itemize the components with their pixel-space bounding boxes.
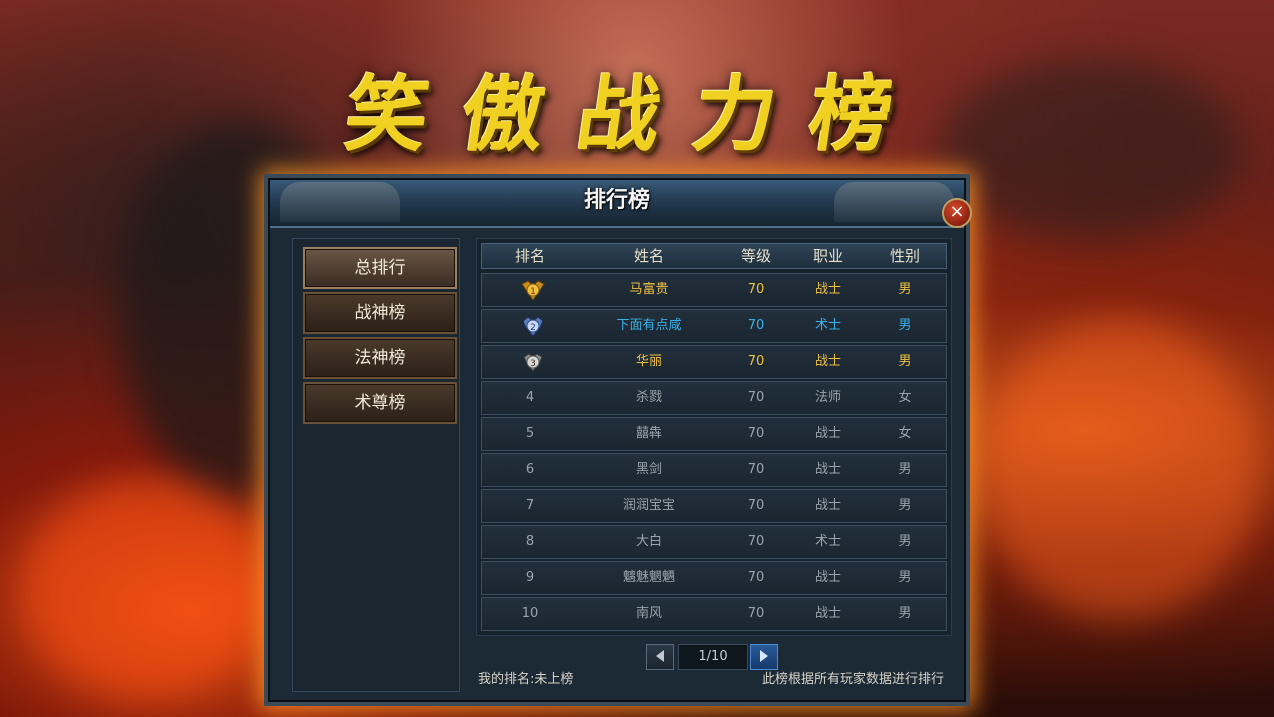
player-name: 杀戮 — [635, 390, 662, 405]
ranking-note: 此榜根据所有玩家数据进行排行 — [761, 672, 944, 687]
player-name: 黑剑 — [635, 462, 662, 477]
ranking-panel: 排行榜 × 总排行 战神榜 法神榜 术尊榜 排名 姓名 等级 职业 性别 1 马… — [268, 178, 972, 702]
player-class: 战士 — [814, 462, 841, 477]
fire-glow — [980, 320, 1260, 620]
player-level: 70 — [747, 282, 765, 297]
tab-mage[interactable]: 法神榜 — [303, 337, 457, 379]
svg-text:3: 3 — [530, 359, 536, 369]
player-level: 70 — [747, 606, 765, 621]
player-gender: 男 — [898, 354, 912, 369]
player-gender: 女 — [898, 426, 912, 441]
player-gender: 男 — [898, 498, 912, 513]
player-class: 术士 — [814, 534, 841, 549]
table-row[interactable]: 10 南风 70 战士 男 — [481, 597, 947, 631]
bronze-medal-icon: 3 — [523, 353, 543, 372]
banner-title: 笑傲战力榜 — [339, 67, 933, 163]
player-name: 魑魅魍魉 — [622, 570, 675, 585]
tab-overall[interactable]: 总排行 — [303, 247, 457, 289]
player-level: 70 — [747, 534, 765, 549]
table-row[interactable]: 1 马富贵 70 战士 男 — [481, 273, 947, 307]
player-gender: 男 — [898, 318, 912, 333]
player-rank: 4 — [525, 390, 535, 405]
column-header-class: 职业 — [812, 247, 843, 265]
player-gender: 女 — [898, 390, 912, 405]
player-level: 70 — [747, 462, 765, 477]
panel-title: 排行榜 — [583, 188, 650, 213]
player-class: 战士 — [814, 282, 841, 297]
table-row[interactable]: 8 大白 70 术士 男 — [481, 525, 947, 559]
table-row[interactable]: 6 黑剑 70 战士 男 — [481, 453, 947, 487]
header-ornament — [280, 182, 400, 222]
player-level: 70 — [747, 498, 765, 513]
player-rank: 6 — [525, 462, 535, 477]
player-name: 马富贵 — [629, 282, 669, 297]
prev-page-button[interactable] — [646, 644, 674, 670]
player-level: 70 — [747, 390, 765, 405]
tab-taoist[interactable]: 术尊榜 — [303, 382, 457, 424]
column-header-rank: 排名 — [514, 247, 545, 265]
table-row[interactable]: 7 润润宝宝 70 战士 男 — [481, 489, 947, 523]
tab-warrior[interactable]: 战神榜 — [303, 292, 457, 334]
header-ornament — [834, 182, 954, 222]
player-gender: 男 — [898, 462, 912, 477]
player-rank: 5 — [525, 426, 535, 441]
table-row[interactable]: 5 囍犇 70 战士 女 — [481, 417, 947, 451]
player-level: 70 — [747, 426, 765, 441]
player-gender: 男 — [898, 282, 912, 297]
table-row[interactable]: 3 华丽 70 战士 男 — [481, 345, 947, 379]
player-level: 70 — [747, 354, 765, 369]
player-class: 战士 — [814, 498, 841, 513]
arrow-right-icon — [760, 650, 768, 662]
player-rank: 7 — [525, 498, 535, 513]
player-name: 下面有点咸 — [616, 318, 682, 333]
player-gender: 男 — [898, 570, 912, 585]
fire-glow — [20, 480, 270, 700]
player-class: 术士 — [814, 318, 841, 333]
silver-medal-icon: 2 — [522, 316, 544, 337]
player-class: 战士 — [814, 606, 841, 621]
player-rank: 9 — [525, 570, 535, 585]
column-header-level: 等级 — [740, 247, 771, 265]
player-gender: 男 — [898, 606, 912, 621]
gold-medal-icon: 1 — [521, 280, 545, 301]
svg-text:1: 1 — [530, 287, 536, 297]
arrow-left-icon — [656, 650, 664, 662]
player-name: 大白 — [635, 534, 662, 549]
panel-header: 排行榜 — [270, 180, 964, 228]
category-sidebar: 总排行 战神榜 法神榜 术尊榜 — [292, 238, 460, 692]
player-gender: 男 — [898, 534, 912, 549]
player-class: 战士 — [814, 426, 841, 441]
next-page-button[interactable] — [750, 644, 778, 670]
player-name: 润润宝宝 — [622, 498, 675, 513]
player-class: 法师 — [814, 390, 841, 405]
player-level: 70 — [747, 318, 765, 333]
table-row[interactable]: 4 杀戮 70 法师 女 — [481, 381, 947, 415]
page-indicator: 1/10 — [678, 644, 748, 670]
player-class: 战士 — [814, 354, 841, 369]
table-row[interactable]: 2 下面有点咸 70 术士 男 — [481, 309, 947, 343]
player-rank: 8 — [525, 534, 535, 549]
player-name: 华丽 — [635, 354, 662, 369]
player-name: 南风 — [635, 606, 662, 621]
table-row[interactable]: 9 魑魅魍魉 70 战士 男 — [481, 561, 947, 595]
column-header-name: 姓名 — [633, 247, 664, 265]
svg-text:2: 2 — [530, 323, 536, 333]
ranking-table: 排名 姓名 等级 职业 性别 1 马富贵 70 战士 男 2 下面有点咸 70 … — [476, 238, 952, 636]
my-rank-text: 我的排名:未上榜 — [478, 672, 574, 687]
player-name: 囍犇 — [635, 426, 662, 441]
player-rank: 10 — [521, 606, 539, 621]
player-class: 战士 — [814, 570, 841, 585]
close-button[interactable]: × — [942, 198, 972, 228]
table-header: 排名 姓名 等级 职业 性别 — [481, 243, 947, 269]
column-header-gender: 性别 — [889, 247, 920, 265]
player-level: 70 — [747, 570, 765, 585]
